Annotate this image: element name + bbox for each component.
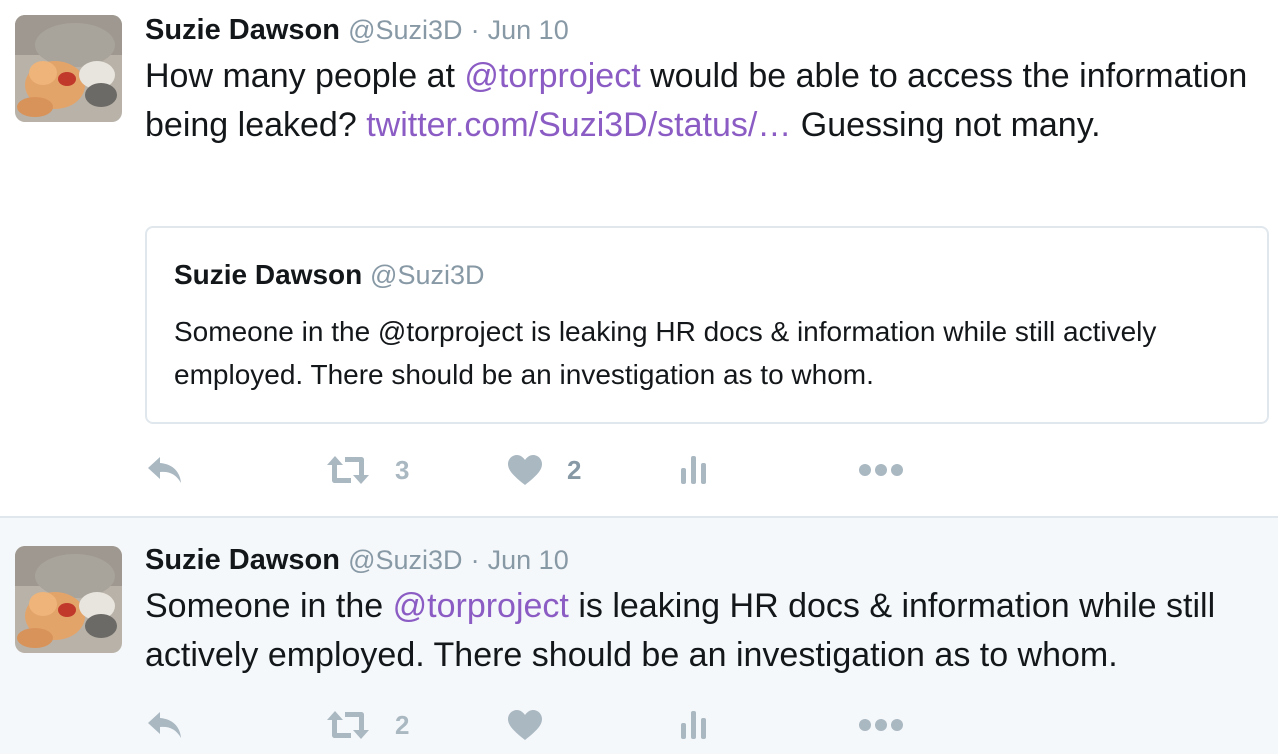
tweet-actions: 2 [145,700,945,750]
analytics-icon [679,454,709,486]
more-button[interactable] [858,700,904,750]
heart-icon [507,709,543,741]
quote-author-name: Suzie Dawson [174,259,363,290]
separator: · [470,15,480,45]
like-count: 2 [567,454,582,485]
analytics-icon [679,709,709,741]
timestamp[interactable]: Jun 10 [488,545,569,575]
author-name[interactable]: Suzie Dawson [145,14,340,46]
tweet-text: Someone in the @torproject is leaking HR… [145,582,1255,680]
tweet-text-part: Someone in the [145,587,393,625]
mention-link[interactable]: @torproject [393,587,569,625]
tweet-text-part: How many people at [145,57,465,95]
analytics-button[interactable] [679,445,709,495]
more-dots-icon [858,462,904,478]
analytics-button[interactable] [679,700,709,750]
more-dots-icon [858,717,904,733]
reply-button[interactable] [145,445,185,495]
retweet-count: 2 [395,709,410,740]
tweet-text: How many people at @torproject would be … [145,52,1255,150]
author-name[interactable]: Suzie Dawson [145,544,340,576]
author-handle[interactable]: @Suzi3D [348,15,462,45]
separator: · [470,545,480,575]
heart-icon [507,454,543,486]
like-button[interactable]: 2 [507,445,581,495]
quote-text: Someone in the @torproject is leaking HR… [174,316,1157,390]
retweet-button[interactable]: 2 [325,700,409,750]
retweet-count: 3 [395,454,410,485]
like-button[interactable] [507,700,543,750]
reply-button[interactable] [145,700,185,750]
quote-header: Suzie Dawson @Suzi3D [174,258,485,292]
more-button[interactable] [858,445,904,495]
avatar[interactable] [15,546,122,653]
tweet[interactable]: Suzie Dawson @Suzi3D · Jun 10 Someone in… [0,516,1278,754]
tweet-text-part: Guessing not many. [791,106,1101,144]
mention-link[interactable]: @torproject [464,57,640,95]
retweet-icon [325,709,371,741]
tweet-header: Suzie Dawson @Suzi3D · Jun 10 [145,542,569,578]
quoted-tweet[interactable]: Suzie Dawson @Suzi3D Someone in the @tor… [145,226,1269,424]
retweet-icon [325,454,371,486]
url-link[interactable]: twitter.com/Suzi3D/status/… [366,106,791,144]
quote-author-handle: @Suzi3D [370,260,485,290]
tweet[interactable]: Suzie Dawson @Suzi3D · Jun 10 How many p… [0,0,1278,516]
tweet-actions: 3 2 [145,445,945,495]
retweet-button[interactable]: 3 [325,445,409,495]
author-handle[interactable]: @Suzi3D [348,545,462,575]
timestamp[interactable]: Jun 10 [488,15,569,45]
reply-icon [145,709,185,741]
avatar[interactable] [15,15,122,122]
reply-icon [145,454,185,486]
tweet-header: Suzie Dawson @Suzi3D · Jun 10 [145,12,569,48]
